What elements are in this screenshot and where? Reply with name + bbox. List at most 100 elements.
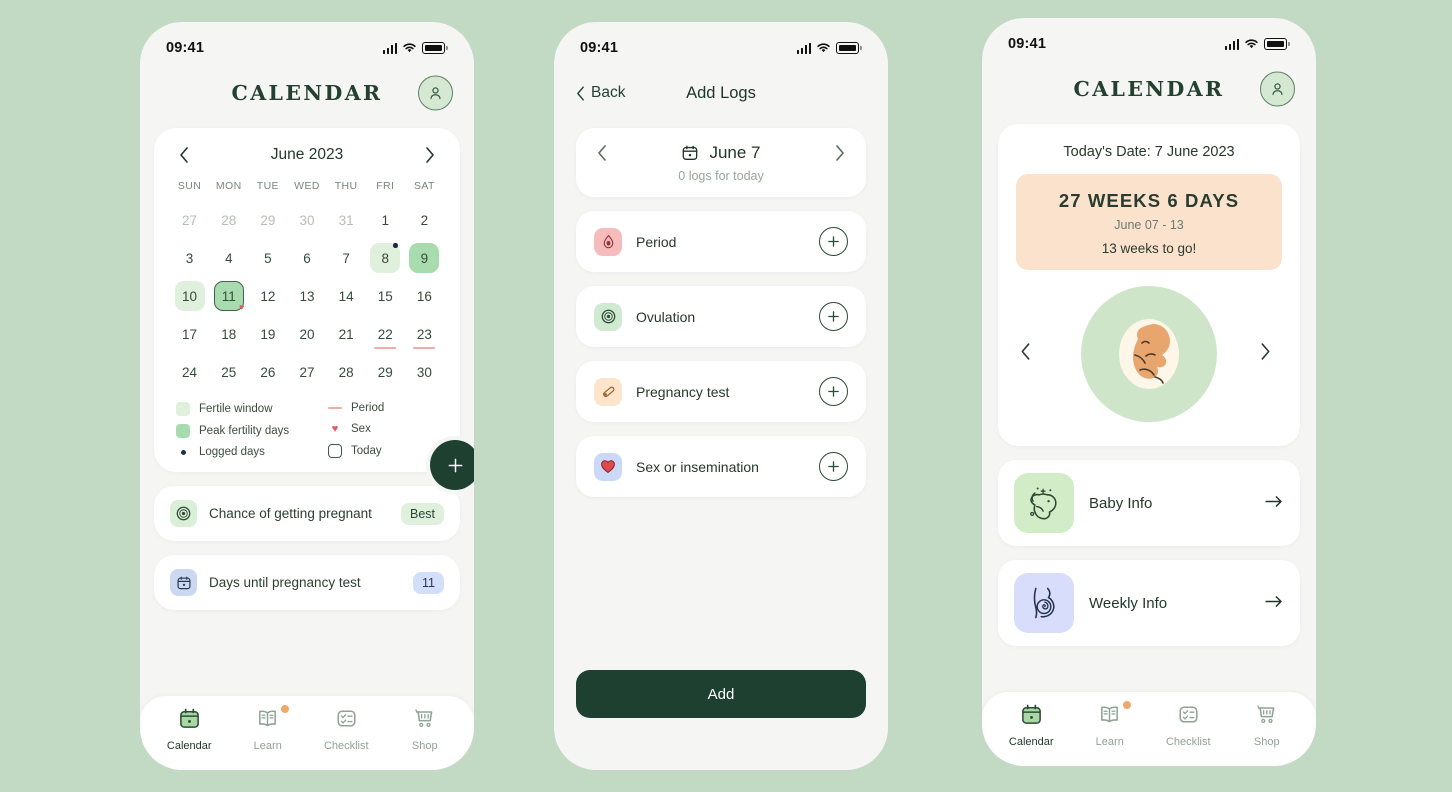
log-row-ovulation[interactable]: Ovulation	[576, 286, 866, 347]
calendar-day-number: 14	[338, 288, 354, 304]
tab-checklist[interactable]: Checklist	[1153, 703, 1223, 748]
calendar-day-11[interactable]: 11 ♥	[209, 278, 248, 314]
info-row-days-until-test[interactable]: Days until pregnancy test 11	[154, 555, 460, 610]
calendar-day-6[interactable]: 6	[287, 240, 326, 276]
tab-shop[interactable]: Shop	[1232, 703, 1302, 748]
bottom-tab-bar: Calendar Learn Checklist Shop	[140, 696, 474, 770]
plus-icon	[828, 311, 839, 322]
legend-item-today: Today	[328, 444, 384, 458]
calendar-day-10[interactable]: 10	[170, 278, 209, 314]
calendar-day-9[interactable]: 9	[405, 240, 444, 276]
tab-label: Learn	[253, 739, 282, 752]
add-sex-button[interactable]	[819, 452, 848, 481]
calendar-day-16[interactable]: 16	[405, 278, 444, 314]
calendar-day-25[interactable]: 25	[209, 354, 248, 390]
tab-shop[interactable]: Shop	[390, 707, 460, 752]
logs-count-label: 0 logs for today	[678, 169, 764, 183]
calendar-day-3[interactable]: 3	[170, 240, 209, 276]
calendar-day-31[interactable]: 31	[327, 202, 366, 238]
calendar-day-number: 5	[264, 250, 272, 266]
calendar-day-12[interactable]: 12	[248, 278, 287, 314]
calendar-day-number: 24	[182, 364, 198, 380]
calendar-day-28[interactable]: 28	[209, 202, 248, 238]
calendar-day-22[interactable]: 22	[366, 316, 405, 352]
calendar-day-29[interactable]: 29	[248, 202, 287, 238]
calendar-day-26[interactable]: 26	[248, 354, 287, 390]
calendar-day-number: 20	[299, 326, 315, 342]
calendar-day-13[interactable]: 13	[287, 278, 326, 314]
calendar-day-24[interactable]: 24	[170, 354, 209, 390]
info-row-label: Chance of getting pregnant	[209, 506, 372, 521]
tab-learn[interactable]: Learn	[1075, 700, 1145, 748]
battery-icon	[1264, 38, 1290, 50]
calendar-day-23[interactable]: 23	[405, 316, 444, 352]
calendar-weekday-sat: SAT	[413, 180, 435, 192]
calendar-day-7[interactable]: 7	[327, 240, 366, 276]
calendar-day-4[interactable]: 4	[209, 240, 248, 276]
baby-next-button[interactable]	[1260, 343, 1278, 365]
avatar[interactable]	[1260, 71, 1295, 107]
calendar-day-14[interactable]: 14	[327, 278, 366, 314]
calendar-day-21[interactable]: 21	[327, 316, 366, 352]
calendar-day-30[interactable]: 30	[405, 354, 444, 390]
calendar-day-number: 29	[377, 364, 393, 380]
calendar-weekday-sun: SUN	[177, 180, 202, 192]
date-next-button[interactable]	[832, 145, 848, 161]
calendar-day-27[interactable]: 27	[287, 354, 326, 390]
calendar-day-2[interactable]: 2	[405, 202, 444, 238]
calendar-prev-month-button[interactable]	[176, 147, 192, 163]
add-log-fab[interactable]	[430, 440, 474, 490]
tab-learn[interactable]: Learn	[233, 704, 303, 752]
calendar-day-1[interactable]: 1	[366, 202, 405, 238]
add-ovulation-button[interactable]	[819, 302, 848, 331]
link-card-baby-info[interactable]: Baby Info	[998, 460, 1300, 546]
weeks-days-label: 27 WEEKS 6 DAYS	[1058, 190, 1240, 211]
cart-icon	[1255, 703, 1278, 731]
calendar-day-28[interactable]: 28	[327, 354, 366, 390]
status-bar: 09:41	[554, 22, 888, 62]
test-stick-icon	[594, 377, 622, 406]
calendar-day-number: 7	[342, 250, 350, 266]
page-title: CALENDAR	[1073, 77, 1225, 101]
baby-prev-button[interactable]	[1020, 343, 1038, 365]
tab-calendar[interactable]: Calendar	[154, 707, 224, 752]
legend-item-peak: Peak fertility days	[176, 424, 328, 438]
log-row-sex-insemination[interactable]: Sex or insemination	[576, 436, 866, 497]
calendar-week-row: 17 18 19 20 21 22 23	[170, 316, 444, 352]
log-row-pregnancy-test[interactable]: Pregnancy test	[576, 361, 866, 422]
calendar-day-number: 27	[299, 364, 315, 380]
calendar-day-19[interactable]: 19	[248, 316, 287, 352]
avatar[interactable]	[418, 75, 453, 111]
calendar-day-15[interactable]: 15	[366, 278, 405, 314]
add-button[interactable]: Add	[576, 670, 866, 718]
status-badge: 11	[413, 571, 444, 594]
calendar-day-27[interactable]: 27	[170, 202, 209, 238]
tab-calendar[interactable]: Calendar	[996, 703, 1066, 748]
calendar-next-month-button[interactable]	[422, 147, 438, 163]
app-header: CALENDAR	[140, 62, 474, 124]
calendar-day-number: 10	[174, 281, 205, 311]
log-row-label: Period	[636, 233, 677, 250]
date-prev-button[interactable]	[594, 145, 610, 161]
link-card-weekly-info[interactable]: Weekly Info	[998, 560, 1300, 646]
calendar-day-18[interactable]: 18	[209, 316, 248, 352]
belly-icon	[1014, 573, 1074, 633]
log-row-period[interactable]: Period	[576, 211, 866, 272]
calendar-day-number: 1	[381, 212, 390, 228]
calendar-day-20[interactable]: 20	[287, 316, 326, 352]
calendar-day-29[interactable]: 29	[366, 354, 405, 390]
back-label: Back	[591, 84, 626, 101]
add-period-button[interactable]	[819, 227, 848, 256]
tab-checklist[interactable]: Checklist	[311, 707, 381, 752]
calendar-day-number: 4	[224, 250, 233, 266]
wifi-icon	[1245, 39, 1259, 49]
info-row-pregnancy-chance[interactable]: Chance of getting pregnant Best	[154, 486, 460, 541]
calendar-day-8[interactable]: 8	[366, 240, 405, 276]
calendar-day-5[interactable]: 5	[248, 240, 287, 276]
calendar-day-30[interactable]: 30	[287, 202, 326, 238]
plus-icon	[448, 458, 462, 472]
back-button[interactable]: Back	[576, 84, 625, 102]
add-pregnancy-test-button[interactable]	[819, 377, 848, 406]
calendar-day-17[interactable]: 17	[170, 316, 209, 352]
legend-column-left: Fertile window Peak fertility days Logged …	[176, 402, 328, 458]
